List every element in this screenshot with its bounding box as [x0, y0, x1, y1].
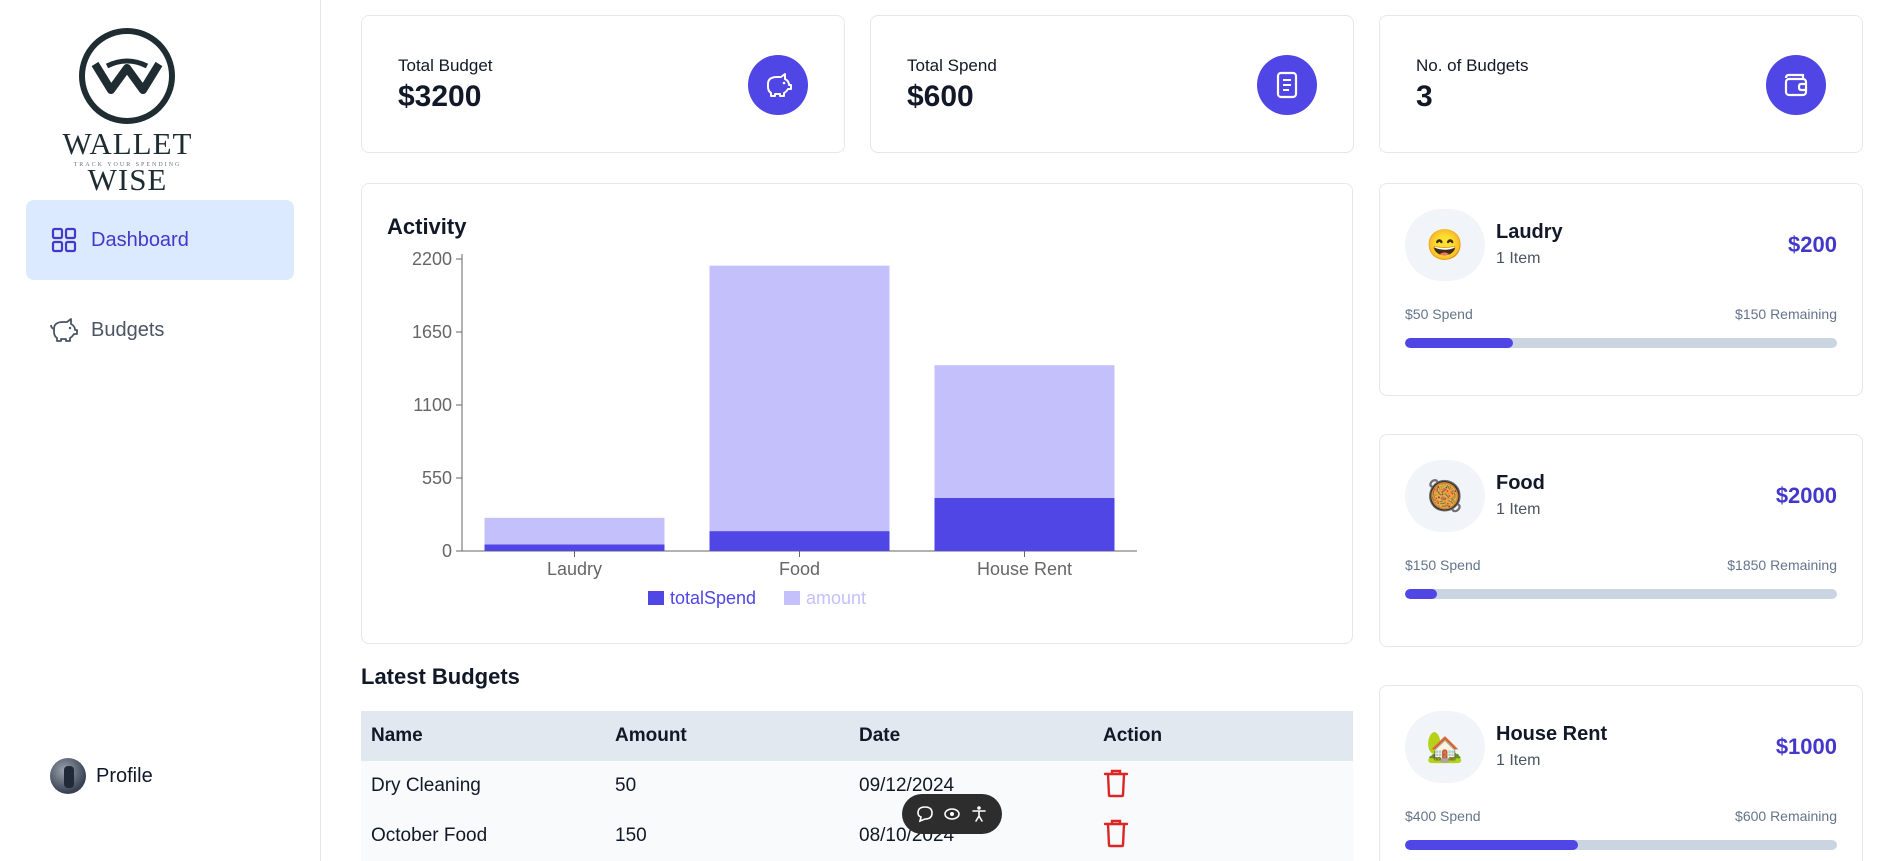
profile-label: Profile: [96, 764, 153, 787]
budget-card-food[interactable]: 🥘 Food 1 Item $2000 $150 Spend $1850 Rem…: [1379, 434, 1863, 647]
budget-amount: $200: [1788, 232, 1837, 257]
budget-amount: $2000: [1775, 483, 1837, 508]
sidebar-item-budgets[interactable]: Budgets: [26, 290, 294, 370]
cell-name: Dry Cleaning: [371, 775, 481, 796]
budget-name: House Rent: [1496, 723, 1608, 745]
latest-budgets-table: Name Amount Date Action Dry Cleaning 50 …: [361, 711, 1353, 861]
stat-card-total-spend: Total Spend $600: [870, 15, 1354, 153]
bar-totalSpend: [709, 531, 890, 551]
budget-progress-fill: [1405, 338, 1513, 348]
budget-spend: $400 Spend: [1405, 808, 1481, 824]
budget-remaining: $150 Remaining: [1735, 306, 1837, 322]
bar-totalSpend: [484, 544, 665, 551]
cell-name: October Food: [371, 825, 488, 846]
column-header: Name: [371, 725, 423, 746]
bar-totalSpend: [934, 497, 1115, 551]
piggy-bank-icon: [50, 316, 78, 344]
logo-tagline: TRACK YOUR SPENDING: [73, 162, 182, 168]
budget-progress-fill: [1405, 589, 1438, 599]
sidebar: WALLET WISE TRACK YOUR SPENDING Dashboar…: [0, 0, 321, 861]
budget-remaining: $1850 Remaining: [1727, 557, 1837, 573]
piggy-bank-icon: [748, 55, 808, 115]
stat-card-no-of-budgets: No. of Budgets 3: [1379, 15, 1863, 153]
comment-icon[interactable]: [916, 805, 934, 823]
trash-icon[interactable]: [1103, 818, 1129, 848]
budget-card-laudry[interactable]: 😄 Laudry 1 Item $200 $50 Spend $150 Rema…: [1379, 183, 1863, 396]
legend-label: amount: [806, 588, 866, 608]
bar-amount: [484, 517, 665, 545]
budget-item-count: 1 Item: [1496, 752, 1541, 769]
accessibility-icon[interactable]: [970, 805, 988, 823]
budget-progress-fill: [1405, 840, 1578, 850]
grid-icon: [50, 226, 78, 254]
y-tick-label: 550: [422, 468, 452, 488]
table-header: Name Amount Date Action: [361, 711, 1353, 761]
budget-item-count: 1 Item: [1496, 250, 1541, 267]
bar-amount: [934, 365, 1115, 498]
budget-progress-track: [1405, 840, 1837, 850]
budget-emoji: 🏡: [1405, 711, 1485, 783]
y-tick-label: 1100: [413, 395, 452, 415]
budget-card-house-rent[interactable]: 🏡 House Rent 1 Item $1000 $400 Spend $60…: [1379, 685, 1863, 861]
cell-action: [1093, 768, 1337, 804]
stat-label: Total Budget: [398, 56, 493, 75]
budget-name: Food: [1496, 472, 1545, 494]
stat-label: No. of Budgets: [1416, 56, 1529, 75]
activity-chart: 0 550 1100 1650 2200 Laudry Food House Rent tota…: [412, 249, 1137, 608]
cell-action: [1093, 818, 1337, 854]
avatar: [50, 758, 86, 794]
stat-card-total-budget: Total Budget $3200: [361, 15, 845, 153]
x-tick-label: House Rent: [977, 559, 1072, 579]
stat-label: Total Spend: [907, 56, 997, 75]
column-header: Amount: [615, 725, 687, 746]
logo: WALLET WISE TRACK YOUR SPENDING: [25, 26, 230, 197]
cell-amount: 50: [615, 775, 637, 796]
stat-value: 3: [1416, 80, 1433, 113]
budget-remaining: $600 Remaining: [1735, 808, 1837, 824]
budget-amount: $1000: [1775, 734, 1837, 759]
column-header: Date: [859, 725, 901, 746]
x-tick-label: Laudry: [547, 559, 602, 579]
activity-card: Activity 0 550 1100 1650 2200 Laudry Food House…: [361, 183, 1353, 644]
stat-value: $600: [907, 80, 974, 113]
budget-progress-track: [1405, 338, 1837, 348]
table-row: October Food 150 08/10/2024: [361, 811, 1353, 861]
budget-emoji: 😄: [1405, 209, 1485, 281]
budget-item-count: 1 Item: [1496, 501, 1541, 518]
budget-name: Laudry: [1496, 221, 1563, 243]
bar-amount: [709, 265, 890, 532]
y-tick-label: 2200: [412, 249, 452, 269]
sidebar-item-dashboard[interactable]: Dashboard: [26, 200, 294, 280]
sidebar-item-label: Budgets: [91, 318, 165, 341]
floating-toolbar: [902, 794, 1002, 834]
y-tick-label: 1650: [412, 322, 452, 342]
stat-value: $3200: [398, 80, 482, 113]
cell-amount: 150: [615, 825, 647, 846]
wallet-wise-logo-icon: [79, 28, 175, 124]
trash-icon[interactable]: [1103, 768, 1129, 798]
latest-budgets-title: Latest Budgets: [361, 664, 520, 689]
budget-spend: $50 Spend: [1405, 306, 1473, 322]
column-header: Action: [1103, 725, 1163, 746]
eye-icon[interactable]: [943, 805, 961, 823]
budget-emoji: 🥘: [1405, 460, 1485, 532]
table-row: Dry Cleaning 50 09/12/2024: [361, 761, 1353, 811]
y-tick-label: 0: [442, 541, 452, 561]
profile-link[interactable]: Profile: [50, 758, 153, 794]
legend-label: totalSpend: [670, 588, 756, 608]
legend-swatch: [784, 591, 800, 605]
budget-progress-track: [1405, 589, 1837, 599]
x-tick-label: Food: [779, 559, 820, 579]
sidebar-item-label: Dashboard: [91, 228, 189, 251]
budget-spend: $150 Spend: [1405, 557, 1481, 573]
wallet-icon: [1766, 55, 1826, 115]
app-root: WALLET WISE TRACK YOUR SPENDING Dashboar…: [0, 0, 1896, 861]
receipt-icon: [1257, 55, 1317, 115]
legend-swatch: [648, 591, 664, 605]
